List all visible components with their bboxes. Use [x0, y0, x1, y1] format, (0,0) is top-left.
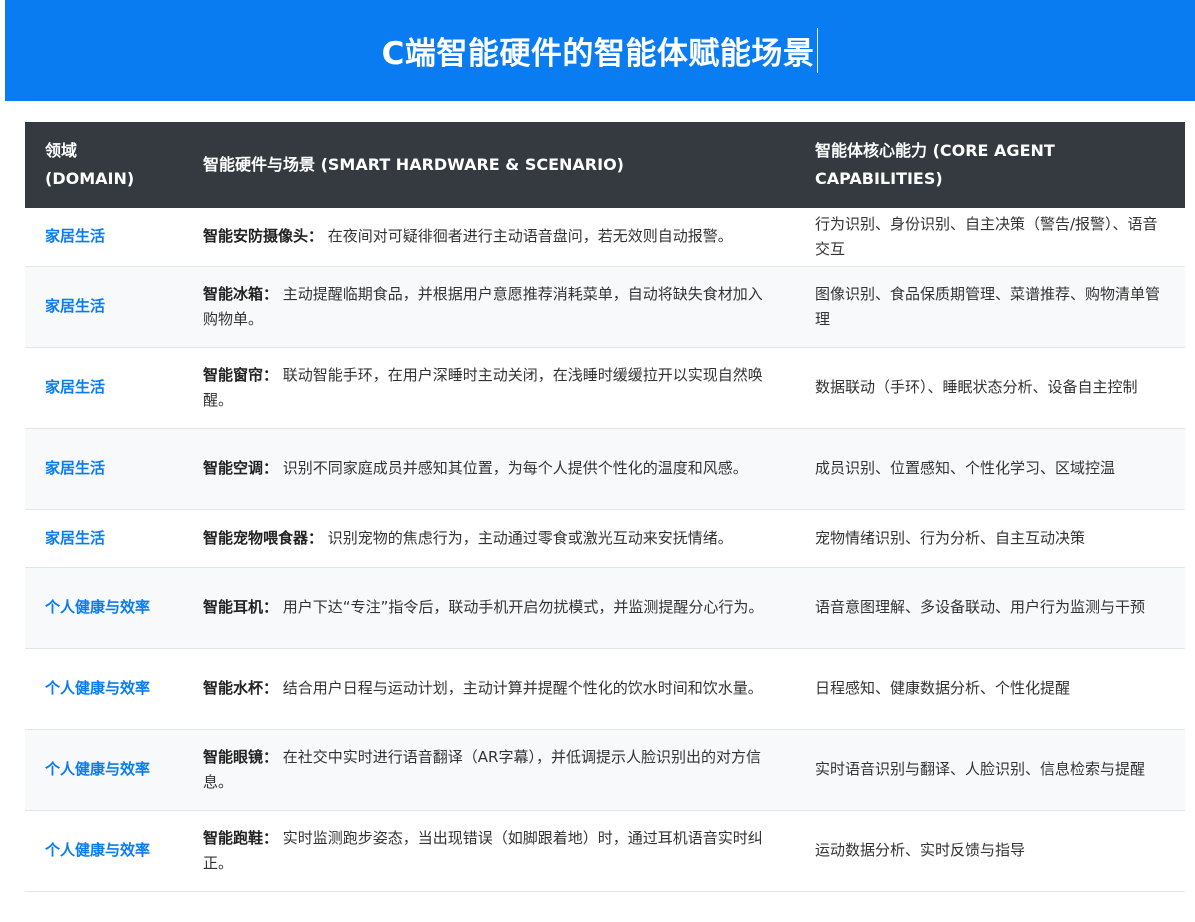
- table-row: 个人健康与效率 智能眼镜： 在社交中实时进行语音翻译（AR字幕），并低调提示人脸识…: [25, 729, 1185, 810]
- capabilities-cell: 语音意图理解、多设备联动、用户行为监测与干预: [815, 598, 1146, 616]
- column-header-capabilities: 智能体核心能力 (CORE AGENT CAPABILITIES): [795, 122, 1185, 208]
- table-header: 领域 (DOMAIN) 智能硬件与场景 (SMART HARDWARE & SC…: [25, 122, 1185, 208]
- device-name: 智能眼镜：: [203, 747, 279, 766]
- device-name: 智能宠物喂食器：: [203, 528, 324, 547]
- table-row: 个人健康与效率 智能耳机： 用户下达“专注”指令后，联动手机开启勿扰模式，并监测提…: [25, 567, 1185, 648]
- table-row: 家居生活 智能宠物喂食器： 识别宠物的焦虑行为，主动通过零食或激光互动来安抚情绪。…: [25, 509, 1185, 567]
- domain-cell: 家居生活: [45, 528, 106, 547]
- capabilities-cell: 运动数据分析、实时反馈与指导: [815, 841, 1026, 859]
- scenario-table: 领域 (DOMAIN) 智能硬件与场景 (SMART HARDWARE & SC…: [25, 122, 1185, 892]
- scenario-cell: 智能跑鞋： 实时监测跑步姿态，当出现错误（如脚跟着地）时，通过耳机语音实时纠正。: [183, 810, 795, 891]
- domain-cell: 个人健康与效率: [45, 679, 151, 697]
- capabilities-cell: 行为识别、身份识别、自主决策（警告/报警）、语音交互: [815, 214, 1158, 258]
- scenario-description: 识别宠物的焦虑行为，主动通过零食或激光互动来安抚情绪。: [327, 528, 733, 547]
- scenario-cell: 智能空调： 识别不同家庭成员并感知其位置，为每个人提供个性化的温度和风感。: [183, 428, 795, 509]
- table-body: 家居生活 智能安防摄像头： 在夜间对可疑徘徊者进行主动语音盘问，若无效则自动报警。…: [25, 208, 1185, 891]
- table-row: 个人健康与效率 智能跑鞋： 实时监测跑步姿态，当出现错误（如脚跟着地）时，通过耳机…: [25, 810, 1185, 891]
- table-row: 家居生活 智能窗帘： 联动智能手环，在用户深睡时主动关闭，在浅睡时缓缓拉开以实现自…: [25, 347, 1185, 428]
- scenario-description: 实时监测跑步姿态，当出现错误（如脚跟着地）时，通过耳机语音实时纠正。: [203, 828, 763, 872]
- domain-cell: 个人健康与效率: [45, 760, 151, 778]
- scenario-description: 结合用户日程与运动计划，主动计算并提醒个性化的饮水时间和饮水量。: [282, 679, 763, 697]
- table-row: 家居生活 智能安防摄像头： 在夜间对可疑徘徊者进行主动语音盘问，若无效则自动报警。…: [25, 208, 1185, 266]
- table-row: 个人健康与效率 智能水杯： 结合用户日程与运动计划，主动计算并提醒个性化的饮水时间…: [25, 648, 1185, 729]
- scenario-table-container: 领域 (DOMAIN) 智能硬件与场景 (SMART HARDWARE & SC…: [25, 122, 1185, 892]
- domain-cell: 家居生活: [45, 227, 106, 246]
- table-row: 家居生活 智能空调： 识别不同家庭成员并感知其位置，为每个人提供个性化的温度和风感…: [25, 428, 1185, 509]
- scenario-cell: 智能耳机： 用户下达“专注”指令后，联动手机开启勿扰模式，并监测提醒分心行为。: [183, 567, 795, 648]
- domain-cell: 个人健康与效率: [45, 598, 151, 616]
- scenario-description: 在夜间对可疑徘徊者进行主动语音盘问，若无效则自动报警。: [327, 227, 733, 246]
- page-title: C端智能硬件的智能体赋能场景: [382, 28, 819, 73]
- device-name: 智能冰箱：: [203, 284, 279, 303]
- scenario-cell: 智能水杯： 结合用户日程与运动计划，主动计算并提醒个性化的饮水时间和饮水量。: [183, 648, 795, 729]
- scenario-cell: 智能宠物喂食器： 识别宠物的焦虑行为，主动通过零食或激光互动来安抚情绪。: [183, 509, 795, 567]
- domain-cell: 家居生活: [45, 297, 106, 315]
- domain-cell: 家居生活: [45, 459, 106, 477]
- header-row: 领域 (DOMAIN) 智能硬件与场景 (SMART HARDWARE & SC…: [25, 122, 1185, 208]
- device-name: 智能安防摄像头：: [203, 227, 324, 246]
- scenario-cell: 智能冰箱： 主动提醒临期食品，并根据用户意愿推荐消耗菜单，自动将缺失食材加入购物…: [183, 266, 795, 347]
- scenario-description: 联动智能手环，在用户深睡时主动关闭，在浅睡时缓缓拉开以实现自然唤醒。: [203, 365, 763, 409]
- page-header: C端智能硬件的智能体赋能场景: [5, 0, 1195, 101]
- capabilities-cell: 数据联动（手环）、睡眠状态分析、设备自主控制: [815, 378, 1138, 396]
- scenario-description: 识别不同家庭成员并感知其位置，为每个人提供个性化的温度和风感。: [282, 459, 748, 477]
- device-name: 智能空调：: [203, 459, 279, 477]
- device-name: 智能耳机：: [203, 598, 279, 616]
- capabilities-cell: 成员识别、位置感知、个性化学习、区域控温: [815, 459, 1116, 477]
- scenario-description: 在社交中实时进行语音翻译（AR字幕），并低调提示人脸识别出的对方信息。: [203, 747, 761, 791]
- capabilities-cell: 宠物情绪识别、行为分析、自主互动决策: [815, 528, 1086, 547]
- column-header-scenario: 智能硬件与场景 (SMART HARDWARE & SCENARIO): [183, 122, 795, 208]
- capabilities-cell: 实时语音识别与翻译、人脸识别、信息检索与提醒: [815, 760, 1146, 778]
- scenario-description: 主动提醒临期食品，并根据用户意愿推荐消耗菜单，自动将缺失食材加入购物单。: [203, 284, 763, 328]
- column-header-domain: 领域 (DOMAIN): [25, 122, 183, 208]
- device-name: 智能水杯：: [203, 679, 279, 697]
- domain-cell: 家居生活: [45, 378, 106, 396]
- device-name: 智能跑鞋：: [203, 828, 279, 847]
- capabilities-cell: 图像识别、食品保质期管理、菜谱推荐、购物清单管理: [815, 284, 1161, 328]
- scenario-cell: 智能窗帘： 联动智能手环，在用户深睡时主动关闭，在浅睡时缓缓拉开以实现自然唤醒。: [183, 347, 795, 428]
- table-row: 家居生活 智能冰箱： 主动提醒临期食品，并根据用户意愿推荐消耗菜单，自动将缺失食材…: [25, 266, 1185, 347]
- device-name: 智能窗帘：: [203, 365, 279, 384]
- scenario-cell: 智能眼镜： 在社交中实时进行语音翻译（AR字幕），并低调提示人脸识别出的对方信息…: [183, 729, 795, 810]
- scenario-description: 用户下达“专注”指令后，联动手机开启勿扰模式，并监测提醒分心行为。: [282, 598, 764, 616]
- capabilities-cell: 日程感知、健康数据分析、个性化提醒: [815, 679, 1071, 697]
- scenario-cell: 智能安防摄像头： 在夜间对可疑徘徊者进行主动语音盘问，若无效则自动报警。: [183, 208, 795, 266]
- domain-cell: 个人健康与效率: [45, 841, 151, 859]
